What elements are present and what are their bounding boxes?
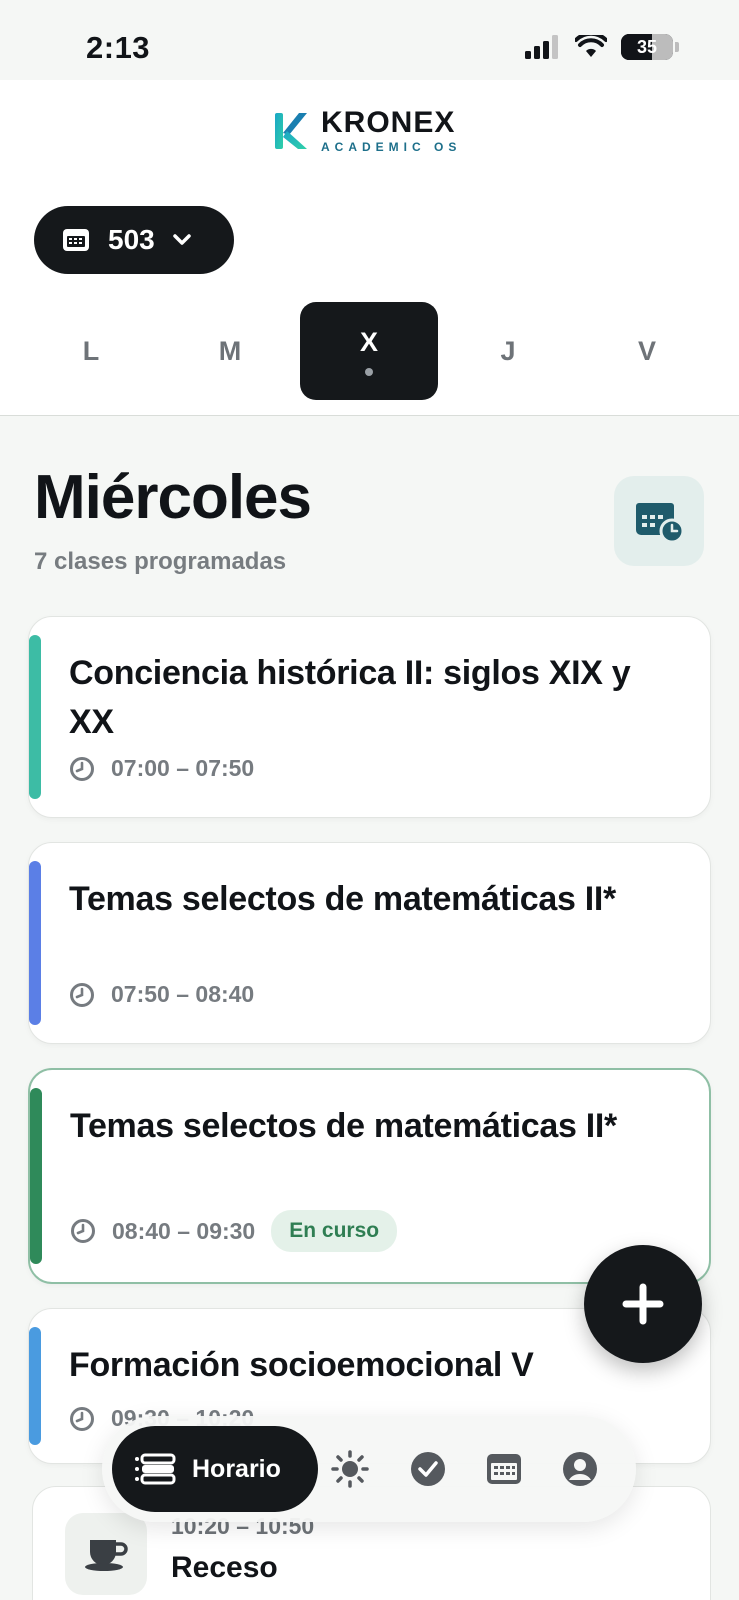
class-color-bar bbox=[29, 861, 41, 1025]
clock-icon bbox=[70, 756, 94, 781]
brand-tagline: ACADEMIC OS bbox=[321, 140, 462, 154]
tab-day-jueves[interactable]: J bbox=[439, 302, 577, 400]
battery-indicator: 35 bbox=[621, 34, 673, 60]
calendar-icon bbox=[63, 229, 89, 251]
status-badge: En curso bbox=[271, 1210, 398, 1252]
header: KRONEX ACADEMIC OS 503 L M X J V bbox=[0, 80, 739, 416]
nav-label: Horario bbox=[192, 1454, 281, 1483]
group-label: 503 bbox=[108, 224, 155, 255]
wifi-icon bbox=[575, 35, 607, 57]
group-selector[interactable]: 503 bbox=[34, 206, 234, 274]
brand-logo: KRONEX ACADEMIC OS bbox=[275, 108, 461, 154]
class-title: Formación socioemocional V bbox=[69, 1346, 534, 1384]
class-time-row: 07:00 – 07:50 bbox=[69, 755, 254, 782]
status-time: 2:13 bbox=[86, 30, 151, 65]
kronex-logo-icon bbox=[275, 113, 307, 149]
status-bar: 2:13 35 bbox=[0, 0, 739, 80]
class-title: Temas selectos de matemáticas II* bbox=[69, 880, 616, 918]
clock-icon bbox=[70, 982, 94, 1007]
class-card-current[interactable]: Temas selectos de matemáticas II* 08:40 … bbox=[28, 1068, 711, 1284]
check-circle-icon bbox=[411, 1452, 445, 1486]
break-icon-box bbox=[65, 1513, 147, 1595]
class-title: Conciencia histórica II: siglos XIX y XX bbox=[69, 654, 631, 741]
nav-item-today[interactable] bbox=[330, 1449, 370, 1489]
class-title: Temas selectos de matemáticas II* bbox=[70, 1107, 617, 1145]
day-title: Miércoles bbox=[34, 463, 312, 532]
signal-icon bbox=[525, 35, 558, 59]
nav-item-tasks[interactable] bbox=[408, 1449, 448, 1489]
battery-level: 35 bbox=[636, 36, 658, 57]
class-card[interactable]: Temas selectos de matemáticas II* 07:50 … bbox=[28, 842, 711, 1044]
tab-day-miercoles[interactable]: X bbox=[300, 302, 438, 400]
tab-day-viernes[interactable]: V bbox=[578, 302, 716, 400]
bottom-nav: Horario bbox=[102, 1416, 636, 1522]
status-icons: 35 bbox=[525, 34, 679, 60]
add-button[interactable] bbox=[584, 1245, 702, 1363]
tab-day-martes[interactable]: M bbox=[161, 302, 299, 400]
nav-item-profile[interactable] bbox=[560, 1449, 600, 1489]
clock-icon bbox=[71, 1219, 95, 1243]
nav-item-calendar[interactable] bbox=[484, 1449, 524, 1489]
calendar-clock-icon bbox=[636, 503, 684, 543]
class-time: 07:00 – 07:50 bbox=[111, 755, 255, 781]
clock-icon bbox=[70, 1406, 94, 1431]
class-color-bar bbox=[30, 1088, 42, 1264]
calendar-grid-icon bbox=[487, 1454, 521, 1484]
schedule-list-icon bbox=[135, 1453, 176, 1485]
today-dot bbox=[365, 367, 373, 376]
day-tabs: L M X J V bbox=[22, 302, 717, 400]
class-time-row: 08:40 – 09:30 En curso bbox=[70, 1210, 398, 1252]
plus-icon bbox=[622, 1283, 664, 1325]
class-color-bar bbox=[29, 635, 41, 799]
break-title: Receso bbox=[171, 1551, 278, 1584]
class-time-row: 07:50 – 08:40 bbox=[69, 981, 254, 1008]
tab-day-lunes[interactable]: L bbox=[22, 302, 160, 400]
user-icon bbox=[563, 1452, 597, 1486]
class-count: 7 clases programadas bbox=[34, 548, 287, 575]
schedule-calendar-button[interactable] bbox=[614, 476, 704, 566]
class-time: 07:50 – 08:40 bbox=[111, 981, 255, 1007]
sun-icon bbox=[331, 1450, 369, 1488]
class-time: 08:40 – 09:30 bbox=[112, 1217, 256, 1244]
class-color-bar bbox=[29, 1327, 41, 1445]
brand-name: KRONEX bbox=[321, 106, 456, 139]
chevron-down-icon bbox=[172, 234, 191, 245]
nav-item-horario[interactable]: Horario bbox=[112, 1426, 318, 1512]
class-card[interactable]: Conciencia histórica II: siglos XIX y XX… bbox=[28, 616, 711, 818]
coffee-icon bbox=[85, 1540, 128, 1571]
